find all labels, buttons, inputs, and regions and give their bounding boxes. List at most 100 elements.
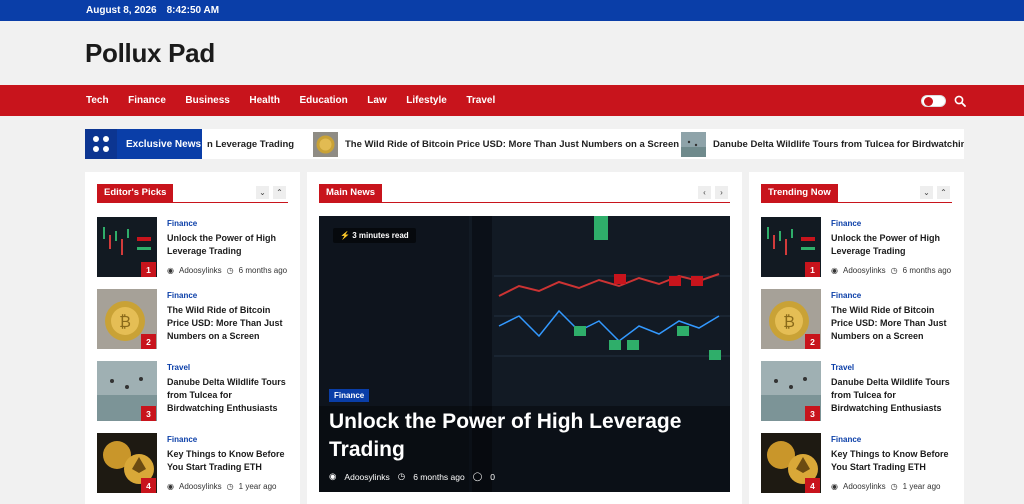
chevron-right-icon[interactable]: ›	[715, 186, 728, 199]
nav-item-travel[interactable]: Travel	[466, 95, 495, 106]
chevron-left-icon[interactable]: ‹	[698, 186, 711, 199]
rank-badge: 2	[805, 334, 820, 349]
nav-item-law[interactable]: Law	[367, 95, 386, 106]
author-link[interactable]: Adoosylinks	[179, 266, 222, 275]
rank-badge: 3	[141, 406, 156, 421]
list-item[interactable]: ₿ 2 Finance The Wild Ride of Bitcoin Pri…	[761, 289, 947, 351]
author-link[interactable]: Adoosylinks	[179, 482, 222, 491]
user-icon: ◉	[831, 482, 838, 491]
section-title: Main News	[319, 184, 383, 202]
category-link[interactable]: Finance	[167, 435, 197, 444]
section-header: Main News	[319, 184, 383, 202]
bitcoin-thumbnail[interactable]	[313, 131, 338, 157]
section-title: Trending Now	[761, 184, 838, 202]
article-title[interactable]: Key Things to Know Before You Start Trad…	[167, 448, 291, 474]
clock-icon: ◷	[890, 482, 898, 491]
category-link[interactable]: Finance	[831, 291, 861, 300]
ticker-item-title[interactable]: Danube Delta Wildlife Tours from Tulcea …	[713, 139, 964, 150]
chevron-down-icon[interactable]: ⌄	[920, 186, 933, 199]
nav-item-finance[interactable]: Finance	[128, 95, 166, 106]
toggle-knob	[924, 97, 933, 106]
nav-item-lifestyle[interactable]: Lifestyle	[406, 95, 447, 106]
clock-icon: ◷	[397, 471, 406, 481]
ticker-item-title[interactable]: n Leverage Trading	[207, 139, 294, 150]
list-item[interactable]: ₿ 2 Finance The Wild Ride of Bitcoin Pri…	[97, 289, 283, 351]
section-header: Trending Now	[761, 184, 838, 202]
nav-item-business[interactable]: Business	[185, 95, 229, 106]
category-link[interactable]: Finance	[831, 219, 861, 228]
list-item[interactable]: 3 Travel Danube Delta Wildlife Tours fro…	[761, 361, 950, 423]
exclusive-news-ticker: Exclusive News n Leverage Trading The Wi…	[85, 129, 964, 159]
post-time: 1 year ago	[902, 482, 941, 491]
clock-icon: ◷	[226, 482, 234, 491]
ticker-label-text: Exclusive News	[126, 138, 202, 150]
article-meta: ◉ Adoosylinks ◷ 1 year ago	[831, 482, 940, 491]
ticker-item[interactable]: n Leverage Trading	[207, 129, 294, 159]
section-title: Editor's Picks	[97, 184, 174, 202]
article-title[interactable]: Key Things to Know Before You Start Trad…	[831, 448, 955, 474]
svg-text:₿: ₿	[783, 312, 795, 331]
list-item[interactable]: 1 Finance Unlock the Power of High Lever…	[97, 217, 287, 279]
featured-meta: ◉ Adoosylinks ◷ 6 months ago ◯ 0	[329, 471, 495, 482]
slider-arrows: ⌄ ⌃	[920, 186, 950, 199]
search-icon[interactable]	[954, 95, 966, 107]
site-title[interactable]: Pollux Pad	[85, 38, 215, 69]
category-badge[interactable]: Finance	[329, 389, 370, 402]
author-link[interactable]: Adoosylinks	[344, 472, 389, 482]
comment-icon: ◯	[472, 471, 483, 481]
rank-badge: 2	[141, 334, 156, 349]
article-title[interactable]: Danube Delta Wildlife Tours from Tulcea …	[167, 376, 291, 415]
article-title[interactable]: Unlock the Power of High Leverage Tradin…	[831, 232, 955, 258]
chevron-up-icon[interactable]: ⌃	[937, 186, 950, 199]
dark-mode-toggle[interactable]	[921, 95, 946, 107]
article-title[interactable]: The Wild Ride of Bitcoin Price USD: More…	[167, 304, 291, 343]
comment-count[interactable]: 0	[490, 472, 495, 482]
category-link[interactable]: Finance	[167, 219, 197, 228]
list-item[interactable]: 1 Finance Unlock the Power of High Lever…	[761, 217, 951, 279]
current-date: August 8, 2026	[86, 5, 157, 16]
ticker-item[interactable]: The Wild Ride of Bitcoin Price USD: More…	[313, 129, 679, 159]
article-title[interactable]: Danube Delta Wildlife Tours from Tulcea …	[831, 376, 955, 415]
featured-title[interactable]: Unlock the Power of High Leverage Tradin…	[329, 408, 719, 464]
nav-item-tech[interactable]: Tech	[86, 95, 109, 106]
section-divider	[319, 202, 730, 203]
category-link[interactable]: Travel	[167, 363, 190, 372]
article-meta: ◉ Adoosylinks ◷ 6 months ago	[167, 266, 287, 275]
editors-picks-section: Editor's Picks ⌄ ⌃ 1 Finance Unlock the …	[85, 172, 300, 504]
nav-item-health[interactable]: Health	[249, 95, 280, 106]
main-navigation: Tech Finance Business Health Education L…	[0, 85, 1024, 116]
section-divider	[97, 202, 288, 203]
slider-arrows: ⌄ ⌃	[256, 186, 286, 199]
category-link[interactable]: Travel	[831, 363, 854, 372]
ticker-item-title[interactable]: The Wild Ride of Bitcoin Price USD: More…	[345, 139, 679, 150]
user-icon: ◉	[167, 482, 174, 491]
rank-badge: 4	[141, 478, 156, 493]
article-title[interactable]: Unlock the Power of High Leverage Tradin…	[167, 232, 291, 258]
delta-thumbnail[interactable]	[681, 131, 706, 157]
category-link[interactable]: Finance	[831, 435, 861, 444]
post-time: 6 months ago	[902, 266, 952, 275]
category-link[interactable]: Finance	[167, 291, 197, 300]
top-bar: August 8, 2026 8:42:50 AM	[0, 0, 1024, 21]
chevron-down-icon[interactable]: ⌄	[256, 186, 269, 199]
featured-article[interactable]: ⚡ 3 minutes read Finance Unlock the Powe…	[319, 216, 730, 492]
user-icon: ◉	[167, 266, 174, 275]
section-divider	[761, 202, 952, 203]
clock-icon: ◷	[226, 266, 234, 275]
user-icon: ◉	[329, 471, 337, 481]
author-link[interactable]: Adoosylinks	[843, 266, 886, 275]
read-time-badge: ⚡ 3 minutes read	[333, 228, 416, 243]
ticker-item[interactable]: Danube Delta Wildlife Tours from Tulcea …	[681, 129, 964, 159]
list-item[interactable]: 3 Travel Danube Delta Wildlife Tours fro…	[97, 361, 286, 423]
nav-item-education[interactable]: Education	[299, 95, 347, 106]
rank-badge: 3	[805, 406, 820, 421]
author-link[interactable]: Adoosylinks	[843, 482, 886, 491]
chevron-up-icon[interactable]: ⌃	[273, 186, 286, 199]
read-time: 3 minutes read	[352, 231, 409, 240]
article-meta: ◉ Adoosylinks ◷ 1 year ago	[167, 482, 276, 491]
article-meta: ◉ Adoosylinks ◷ 6 months ago	[831, 266, 951, 275]
list-item[interactable]: 4 Finance Key Things to Know Before You …	[97, 433, 285, 495]
list-item[interactable]: 4 Finance Key Things to Know Before You …	[761, 433, 949, 495]
svg-text:₿: ₿	[119, 312, 131, 331]
article-title[interactable]: The Wild Ride of Bitcoin Price USD: More…	[831, 304, 955, 343]
